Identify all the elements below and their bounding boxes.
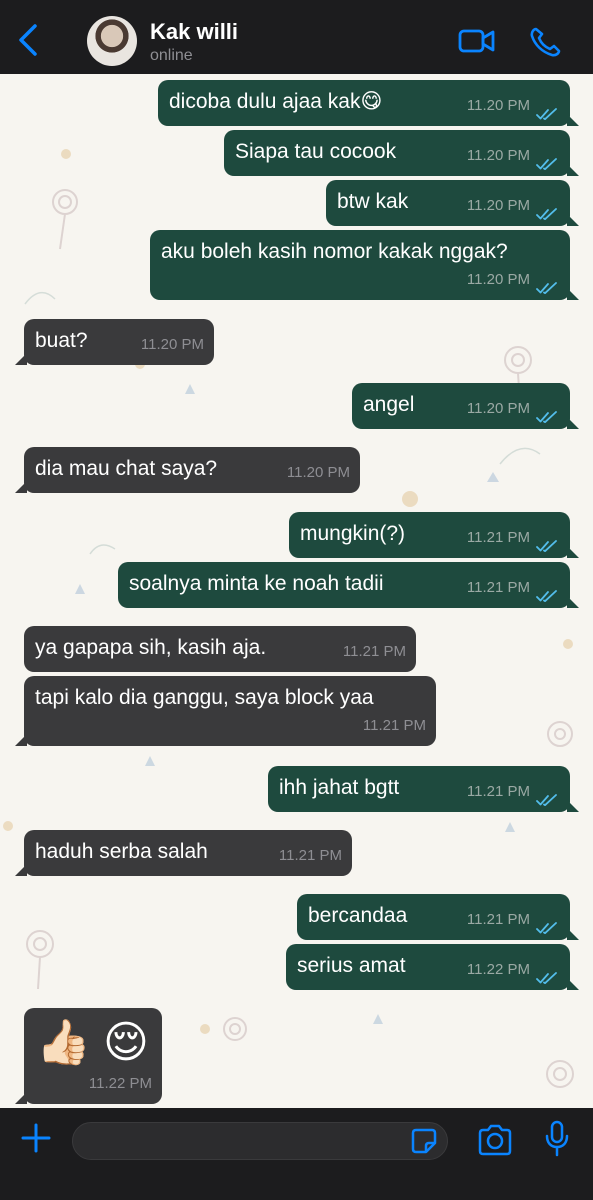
message-time: 11.21 PM xyxy=(278,847,342,864)
read-receipt-icon xyxy=(536,276,558,295)
incoming-message[interactable]: ya gapapa sih, kasih aja. 11.21 PM xyxy=(24,626,416,672)
bubble-tail xyxy=(567,288,579,300)
message-time: 11.22 PM xyxy=(466,961,530,978)
outgoing-message[interactable]: aku boleh kasih nomor kakak nggak? 11.20 … xyxy=(150,230,579,300)
bubble-tail xyxy=(567,596,579,608)
contact-name[interactable]: Kak willi xyxy=(150,19,238,45)
message-time: 11.21 PM xyxy=(466,529,530,546)
bubble-tail xyxy=(15,353,27,365)
outgoing-message[interactable]: dicoba dulu ajaa kak😋 11.20 PM xyxy=(158,80,579,126)
read-receipt-icon xyxy=(536,916,558,935)
incoming-message[interactable]: buat? 11.20 PM xyxy=(15,319,214,365)
bubble-tail xyxy=(567,928,579,940)
incoming-message[interactable]: tapi kalo dia ganggu, saya block yaa 11.2… xyxy=(15,676,436,746)
message-text: dicoba dulu ajaa kak😋 xyxy=(169,90,383,113)
bubble-tail xyxy=(567,800,579,812)
message-text: soalnya minta ke noah tadii xyxy=(129,572,384,595)
bubble-tail xyxy=(567,164,579,176)
message-text: Siapa tau cocook xyxy=(235,140,397,163)
message-time: 11.22 PM xyxy=(88,1075,152,1092)
camera-icon[interactable] xyxy=(477,1124,513,1156)
message-time: 11.20 PM xyxy=(286,464,350,481)
message-input[interactable] xyxy=(72,1122,448,1160)
message-time: 11.21 PM xyxy=(466,579,530,596)
message-text: serius amat xyxy=(297,954,406,977)
plus-icon[interactable] xyxy=(20,1122,52,1154)
avatar[interactable] xyxy=(87,16,137,66)
message-text: btw kak xyxy=(337,190,409,213)
bubble-tail xyxy=(15,481,27,493)
message-time: 11.20 PM xyxy=(466,197,530,214)
outgoing-message[interactable]: serius amat 11.22 PM xyxy=(286,944,579,990)
bubble-tail xyxy=(15,734,27,746)
read-receipt-icon xyxy=(536,584,558,603)
read-receipt-icon xyxy=(536,534,558,553)
outgoing-message[interactable]: soalnya minta ke noah tadii 11.21 PM xyxy=(118,562,579,608)
contact-status: online xyxy=(150,47,193,64)
bubble-tail xyxy=(15,864,27,876)
message-time: 11.20 PM xyxy=(466,400,530,417)
outgoing-message[interactable]: ihh jahat bgtt 11.21 PM xyxy=(268,766,579,812)
read-receipt-icon xyxy=(536,202,558,221)
bubble-tail xyxy=(567,417,579,429)
bubble-tail xyxy=(567,978,579,990)
message-text: bercandaa xyxy=(308,904,408,927)
bubble-tail xyxy=(15,1092,27,1104)
message-text: mungkin(?) xyxy=(300,522,406,545)
message-time: 11.20 PM xyxy=(466,271,530,288)
video-camera-icon[interactable] xyxy=(458,28,496,54)
message-time: 11.20 PM xyxy=(466,147,530,164)
message-time: 11.21 PM xyxy=(342,643,406,660)
outgoing-message[interactable]: mungkin(?) 11.21 PM xyxy=(289,512,579,558)
message-text: buat? xyxy=(35,329,88,352)
read-receipt-icon xyxy=(536,102,558,121)
emoji-message: 👍🏻 😌 xyxy=(36,1018,149,1067)
read-receipt-icon xyxy=(536,152,558,171)
outgoing-message[interactable]: Siapa tau cocook 11.20 PM xyxy=(224,130,579,176)
emoji: 😋 xyxy=(360,90,383,113)
bubble-tail xyxy=(567,546,579,558)
read-receipt-icon xyxy=(536,405,558,424)
sticker-icon[interactable] xyxy=(410,1127,438,1155)
message-time: 11.21 PM xyxy=(362,717,426,734)
message-text: tapi kalo dia ganggu, saya block yaa xyxy=(35,686,374,709)
bubble-tail xyxy=(567,114,579,126)
message-text: angel xyxy=(363,393,415,416)
message-text: ya gapapa sih, kasih aja. xyxy=(35,636,267,659)
read-receipt-icon xyxy=(536,966,558,985)
message-time: 11.21 PM xyxy=(466,911,530,928)
incoming-message[interactable]: 👍🏻 😌 11.22 PM xyxy=(15,1008,162,1104)
chat-header: Kak willi online xyxy=(0,0,593,74)
composer-bar xyxy=(0,1108,593,1200)
message-time: 11.21 PM xyxy=(466,783,530,800)
message-time: 11.20 PM xyxy=(140,336,204,353)
outgoing-message[interactable]: angel 11.20 PM xyxy=(352,383,579,429)
microphone-icon[interactable] xyxy=(543,1120,571,1158)
read-receipt-icon xyxy=(536,788,558,807)
incoming-message[interactable]: haduh serba salah 11.21 PM xyxy=(15,830,352,876)
message-text: aku boleh kasih nomor kakak nggak? xyxy=(161,240,508,263)
message-time: 11.20 PM xyxy=(466,97,530,114)
incoming-message[interactable]: dia mau chat saya? 11.20 PM xyxy=(15,447,360,493)
outgoing-message[interactable]: btw kak 11.20 PM xyxy=(326,180,579,226)
phone-icon[interactable] xyxy=(529,27,561,57)
message-text: haduh serba salah xyxy=(35,840,208,863)
message-text: dia mau chat saya? xyxy=(35,457,218,480)
message-text: ihh jahat bgtt xyxy=(279,776,400,799)
chevron-left-icon[interactable] xyxy=(14,22,44,58)
outgoing-message[interactable]: bercandaa 11.21 PM xyxy=(297,894,579,940)
bubble-tail xyxy=(567,214,579,226)
